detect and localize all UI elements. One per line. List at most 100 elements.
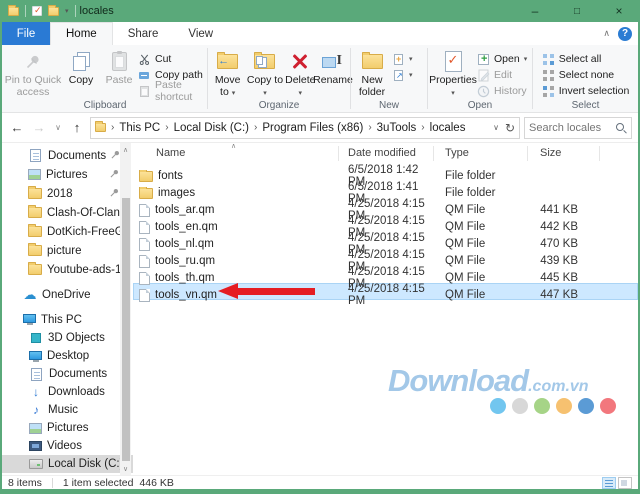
close-button[interactable]: ×	[598, 0, 640, 22]
large-icons-view-button[interactable]	[618, 477, 632, 489]
breadcrumb-this-pc[interactable]: This PC	[119, 122, 160, 134]
sidebar-item-label: This PC	[41, 314, 82, 326]
tab-file[interactable]: File	[2, 22, 50, 45]
copy-button[interactable]: Copy	[62, 47, 100, 87]
sidebar-item-downloads[interactable]: ↓ Downloads	[2, 383, 133, 401]
chevron-down-icon[interactable]: ▾	[65, 7, 69, 15]
file-name: fonts	[158, 170, 183, 182]
new-item-button[interactable]: ▾	[392, 51, 420, 67]
sidebar-item-2018[interactable]: 2018	[2, 184, 133, 203]
breadcrumb-locales[interactable]: locales	[430, 122, 466, 134]
select-all-label: Select all	[559, 53, 602, 65]
sidebar-scrollbar[interactable]: ∧ ∨	[120, 143, 131, 475]
forward-button[interactable]: →	[30, 120, 48, 135]
invert-selection-button[interactable]: Invert selection	[542, 83, 630, 99]
easy-access-button[interactable]: ▾	[392, 67, 420, 83]
tab-home[interactable]: Home	[50, 22, 113, 45]
breadcrumb-program-files[interactable]: Program Files (x86)	[262, 122, 363, 134]
sidebar-item-picture[interactable]: picture	[2, 241, 133, 260]
scrollbar-thumb[interactable]	[122, 198, 130, 461]
delete-button[interactable]: Delete ▾	[284, 47, 317, 99]
sidebar-item-this-pc[interactable]: This PC	[2, 310, 133, 329]
back-button[interactable]: ←	[8, 120, 26, 135]
sidebar-item-youtube-ads[interactable]: Youtube-ads-1	[2, 260, 133, 279]
ribbon-group-open: Properties ▾ Open ▾ Edit	[428, 45, 532, 112]
file-row-tools-vn-selected[interactable]: tools_vn.qm 4/25/2018 4:15 PM QM File 44…	[133, 283, 638, 300]
refresh-icon[interactable]: ↻	[505, 121, 515, 135]
select-none-button[interactable]: Select none	[542, 67, 630, 83]
minimize-button[interactable]: –	[514, 0, 556, 22]
tab-view[interactable]: View	[173, 22, 228, 45]
edit-button[interactable]: Edit	[477, 67, 529, 83]
cut-button[interactable]: Cut	[138, 51, 204, 67]
file-row-fonts[interactable]: fonts 6/5/2018 1:42 PM File folder	[133, 164, 638, 181]
move-to-button[interactable]: ← Move to ▾	[209, 47, 246, 99]
sidebar-item-music[interactable]: ♪ Music	[2, 401, 133, 419]
file-row-tools-en[interactable]: tools_en.qm 4/25/2018 4:15 PM QM File 44…	[133, 215, 638, 232]
search-box[interactable]	[524, 117, 632, 139]
address-dropdown-icon[interactable]: ∨	[493, 123, 499, 132]
sidebar-item-label: 2018	[47, 188, 73, 200]
paste-shortcut-icon	[138, 86, 151, 97]
folder-icon[interactable]	[8, 7, 19, 16]
history-button[interactable]: History	[477, 83, 529, 99]
file-row-tools-ru[interactable]: tools_ru.qm 4/25/2018 4:15 PM QM File 43…	[133, 249, 638, 266]
new-folder-button[interactable]: New folder	[352, 47, 392, 99]
select-none-icon	[542, 70, 555, 81]
file-row-tools-ar[interactable]: tools_ar.qm 4/25/2018 4:15 PM QM File 44…	[133, 198, 638, 215]
collapse-ribbon-icon[interactable]: ∧	[603, 28, 610, 39]
breadcrumb[interactable]: › This PC › Local Disk (C:) › Program Fi…	[90, 117, 520, 139]
sidebar-item-videos[interactable]: Videos	[2, 437, 133, 455]
history-clock-icon	[477, 85, 490, 98]
new-folder-qat-icon[interactable]	[48, 7, 59, 16]
sidebar-item-local-disk-c[interactable]: Local Disk (C:)	[2, 455, 133, 473]
sidebar-item-desktop[interactable]: Desktop	[2, 347, 133, 365]
column-header-type[interactable]: Type	[434, 146, 528, 161]
column-header-size[interactable]: Size	[528, 146, 600, 161]
properties-check-icon[interactable]	[32, 6, 42, 16]
sidebar-item-documents-qa[interactable]: Documents	[2, 146, 133, 165]
column-header-date-modified[interactable]: Date modified	[339, 146, 434, 161]
sidebar-item-documents[interactable]: Documents	[2, 365, 133, 383]
up-button[interactable]: ↑	[68, 120, 86, 135]
breadcrumb-3utools[interactable]: 3uTools	[377, 122, 417, 134]
paste-icon	[112, 49, 127, 74]
select-all-button[interactable]: Select all	[542, 51, 630, 67]
ribbon: Pin to Quick access Copy Paste	[2, 45, 638, 113]
scroll-up-icon[interactable]: ∧	[120, 143, 131, 156]
status-bar: 8 items 1 item selected 446 KB	[2, 475, 638, 489]
paste-shortcut-button[interactable]: Paste shortcut	[138, 83, 204, 99]
details-view-button[interactable]	[602, 477, 616, 489]
dropdown-icon: ▾	[232, 90, 236, 97]
file-row-tools-nl[interactable]: tools_nl.qm 4/25/2018 4:15 PM QM File 47…	[133, 232, 638, 249]
file-row-tools-th[interactable]: tools_th.qm 4/25/2018 4:15 PM QM File 44…	[133, 266, 638, 283]
properties-button[interactable]: Properties ▾	[429, 47, 477, 99]
folder-icon	[28, 207, 42, 218]
folder-icon	[28, 264, 42, 275]
pin-to-quick-access-button[interactable]: Pin to Quick access	[4, 47, 62, 99]
search-icon[interactable]	[615, 122, 627, 134]
sidebar-item-clash-of-clan[interactable]: Clash-Of-Clan-N	[2, 203, 133, 222]
tab-share[interactable]: Share	[113, 22, 174, 45]
file-row-images[interactable]: images 6/5/2018 1:41 PM File folder	[133, 181, 638, 198]
sidebar-item-pictures[interactable]: Pictures	[2, 419, 133, 437]
open-button[interactable]: Open ▾	[477, 51, 529, 67]
sidebar-item-3d-objects[interactable]: 3D Objects	[2, 329, 133, 347]
scroll-down-icon[interactable]: ∨	[120, 462, 131, 475]
breadcrumb-local-disk[interactable]: Local Disk (C:)	[174, 122, 249, 134]
copy-to-button[interactable]: Copy to ▾	[246, 47, 283, 99]
recent-locations-icon[interactable]: ∨	[52, 123, 64, 132]
search-input[interactable]	[529, 122, 615, 134]
breadcrumb-separator: ›	[111, 122, 114, 133]
maximize-button[interactable]: □	[556, 0, 598, 22]
paste-button[interactable]: Paste	[100, 47, 138, 87]
sidebar-item-pictures-qa[interactable]: Pictures	[2, 165, 133, 184]
sidebar-item-dotkich[interactable]: DotKich-FreeGu	[2, 222, 133, 241]
sidebar-item-label: Desktop	[47, 350, 89, 362]
sidebar-item-label: Downloads	[48, 386, 105, 398]
sidebar-item-label: DotKich-FreeGu	[47, 226, 130, 238]
sidebar-item-onedrive[interactable]: ☁ OneDrive	[2, 285, 133, 304]
help-icon[interactable]: ?	[618, 27, 632, 41]
rename-button[interactable]: Rename	[317, 47, 349, 87]
file-type: QM File	[434, 289, 528, 301]
